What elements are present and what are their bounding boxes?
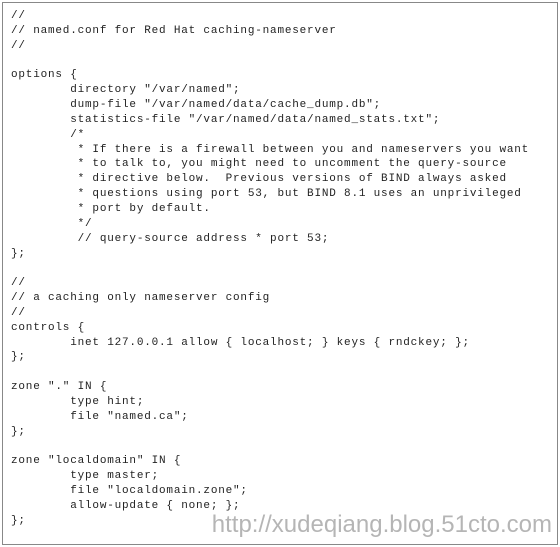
named-conf-code-block: // // named.conf for Red Hat caching-nam… bbox=[2, 2, 558, 545]
